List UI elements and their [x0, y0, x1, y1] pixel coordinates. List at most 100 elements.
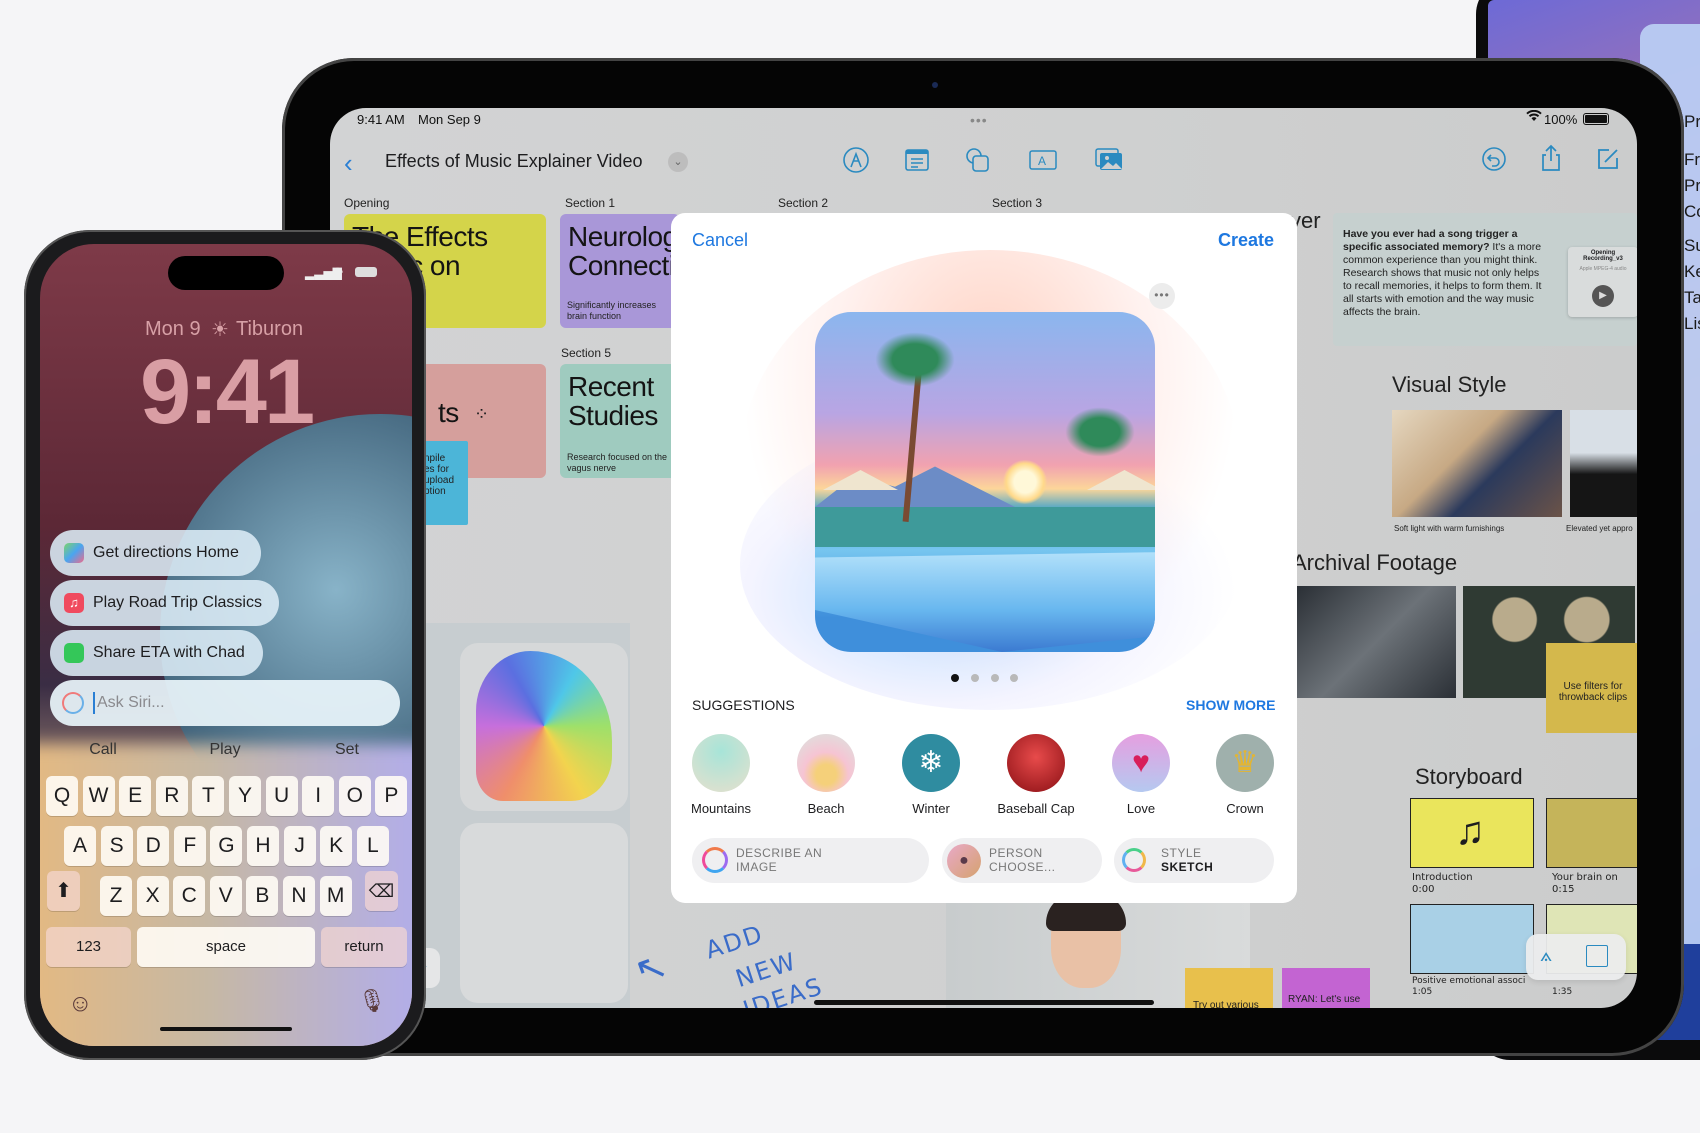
key-t[interactable]: T — [192, 776, 225, 816]
prediction-play[interactable]: Play — [165, 741, 285, 759]
visual-style-photo[interactable] — [1570, 410, 1637, 517]
sticky-note-yellow[interactable]: Use filters for throwback clips — [1546, 643, 1637, 733]
storyboard-frame[interactable]: ♫ — [1410, 798, 1534, 868]
mac-item[interactable]: Pro — [1684, 112, 1700, 132]
storyboard-frame[interactable] — [1410, 904, 1534, 974]
key-g[interactable]: G — [210, 826, 243, 866]
storyboard-frame[interactable] — [1546, 798, 1637, 868]
text-frame-icon[interactable]: A — [1028, 146, 1057, 174]
archival-photo[interactable] — [1296, 586, 1456, 698]
suggestion-label[interactable]: Baseball Cap — [986, 801, 1086, 816]
cancel-button[interactable]: Cancel — [692, 230, 748, 251]
card-section-5[interactable]: Recent Studies Research focused on the v… — [560, 364, 680, 478]
key-q[interactable]: Q — [46, 776, 78, 816]
visual-style-photo[interactable] — [1392, 410, 1562, 517]
key-d[interactable]: D — [137, 826, 170, 866]
key-l[interactable]: L — [356, 826, 389, 866]
mac-item[interactable]: Ta — [1684, 288, 1700, 308]
key-r[interactable]: R — [155, 776, 188, 816]
create-button[interactable]: Create — [1218, 230, 1274, 251]
back-chevron-icon[interactable]: ‹ — [344, 148, 353, 179]
return-key[interactable]: return — [321, 927, 407, 967]
pen-icon[interactable] — [842, 146, 870, 174]
key-o[interactable]: O — [338, 776, 371, 816]
key-y[interactable]: Y — [229, 776, 261, 816]
home-indicator[interactable] — [814, 1000, 1154, 1005]
shift-key[interactable]: ⬆ — [47, 871, 80, 911]
intro-text-card[interactable]: Have you ever had a song trigger a speci… — [1333, 213, 1637, 346]
suggestion-label[interactable]: Crown — [1195, 801, 1295, 816]
siri-suggestion-music[interactable]: ♫ Play Road Trip Classics — [50, 580, 279, 626]
key-u[interactable]: U — [265, 776, 298, 816]
snowflake-icon[interactable]: ❄ — [902, 734, 960, 792]
emoji-icon[interactable]: ☺ — [68, 990, 93, 1018]
prediction-call[interactable]: Call — [43, 741, 163, 759]
key-v[interactable]: V — [209, 876, 242, 916]
mac-item[interactable]: Pro — [1684, 176, 1700, 196]
key-h[interactable]: H — [247, 826, 279, 866]
mountain-icon[interactable] — [692, 734, 750, 792]
mac-item[interactable]: Ke — [1684, 262, 1700, 282]
card-section-1[interactable]: Neurolog Connecti Significantly increase… — [560, 214, 680, 328]
page-dot[interactable] — [1010, 674, 1018, 682]
mac-item[interactable]: Su — [1684, 236, 1700, 256]
heart-icon[interactable]: ♥ — [1112, 734, 1170, 792]
siri-suggestion-messages[interactable]: Share ETA with Chad — [50, 630, 263, 676]
suggestion-label[interactable]: Winter — [881, 801, 981, 816]
person-chip[interactable]: ● PERSON CHOOSE... — [942, 838, 1102, 883]
mac-item[interactable]: Co — [1684, 202, 1700, 222]
connector-icon[interactable]: ⟑ — [1540, 944, 1552, 967]
space-key[interactable]: space — [137, 927, 315, 967]
sticky-note-blue[interactable]: npile es for upload ption — [422, 441, 468, 525]
key-i[interactable]: I — [302, 776, 335, 816]
mac-item[interactable]: Fri — [1684, 150, 1700, 170]
suggestion-label[interactable]: Beach — [776, 801, 876, 816]
key-n[interactable]: N — [283, 876, 315, 916]
page-dot[interactable] — [971, 674, 979, 682]
key-w[interactable]: W — [82, 776, 115, 816]
home-indicator[interactable] — [160, 1027, 292, 1031]
microphone-icon[interactable]: 🎙︎ — [358, 988, 386, 1014]
key-z[interactable]: Z — [100, 876, 132, 916]
key-m[interactable]: M — [319, 876, 352, 916]
board-title[interactable]: Effects of Music Explainer Video — [385, 151, 642, 172]
numbers-key[interactable]: 123 — [46, 927, 131, 967]
delete-key[interactable]: ⌫ — [365, 871, 398, 911]
image-tile-empty[interactable] — [460, 823, 628, 1003]
multitasking-dots[interactable]: ••• — [970, 112, 988, 128]
share-icon[interactable] — [1538, 144, 1564, 177]
title-menu-chevron-down-icon[interactable]: ⌄ — [668, 152, 688, 172]
mac-item[interactable]: Lis — [1684, 314, 1700, 334]
key-b[interactable]: B — [246, 876, 279, 916]
key-e[interactable]: E — [119, 776, 152, 816]
key-p[interactable]: P — [375, 776, 408, 816]
key-k[interactable]: K — [320, 826, 353, 866]
generated-image-preview[interactable] — [815, 312, 1155, 652]
style-chip[interactable]: STYLE SKETCH — [1114, 838, 1274, 883]
sticky-note-yellow[interactable]: Try out various — [1185, 968, 1273, 1008]
key-s[interactable]: S — [100, 826, 133, 866]
suggestion-label[interactable]: Love — [1091, 801, 1191, 816]
suggestion-label[interactable]: Mountains — [671, 801, 771, 816]
page-dot[interactable] — [991, 674, 999, 682]
crown-icon[interactable]: ♛ — [1216, 734, 1274, 792]
play-icon[interactable]: ▶ — [1592, 285, 1614, 307]
key-f[interactable]: F — [173, 826, 206, 866]
key-j[interactable]: J — [283, 826, 316, 866]
shapes-icon[interactable] — [963, 146, 991, 174]
page-dot-active[interactable] — [951, 674, 959, 682]
more-icon[interactable]: ••• — [1149, 283, 1175, 309]
image-tile[interactable] — [460, 643, 628, 811]
siri-suggestion-directions[interactable]: Get directions Home — [50, 530, 261, 576]
beach-icon[interactable] — [797, 734, 855, 792]
audio-attachment[interactable]: Opening Recording_v3 Apple MPEG-4 audio … — [1568, 247, 1637, 317]
sticky-note-purple[interactable]: RYAN: Let's use — [1282, 968, 1370, 1008]
undo-icon[interactable] — [1481, 146, 1507, 177]
media-icon[interactable] — [1094, 146, 1122, 174]
grid-icon[interactable] — [1586, 945, 1608, 967]
key-c[interactable]: C — [173, 876, 206, 916]
baseball-cap-icon[interactable] — [1007, 734, 1065, 792]
text-box-icon[interactable] — [903, 146, 931, 174]
ask-siri-input[interactable]: Ask Siri... — [50, 680, 400, 726]
key-a[interactable]: A — [64, 826, 96, 866]
